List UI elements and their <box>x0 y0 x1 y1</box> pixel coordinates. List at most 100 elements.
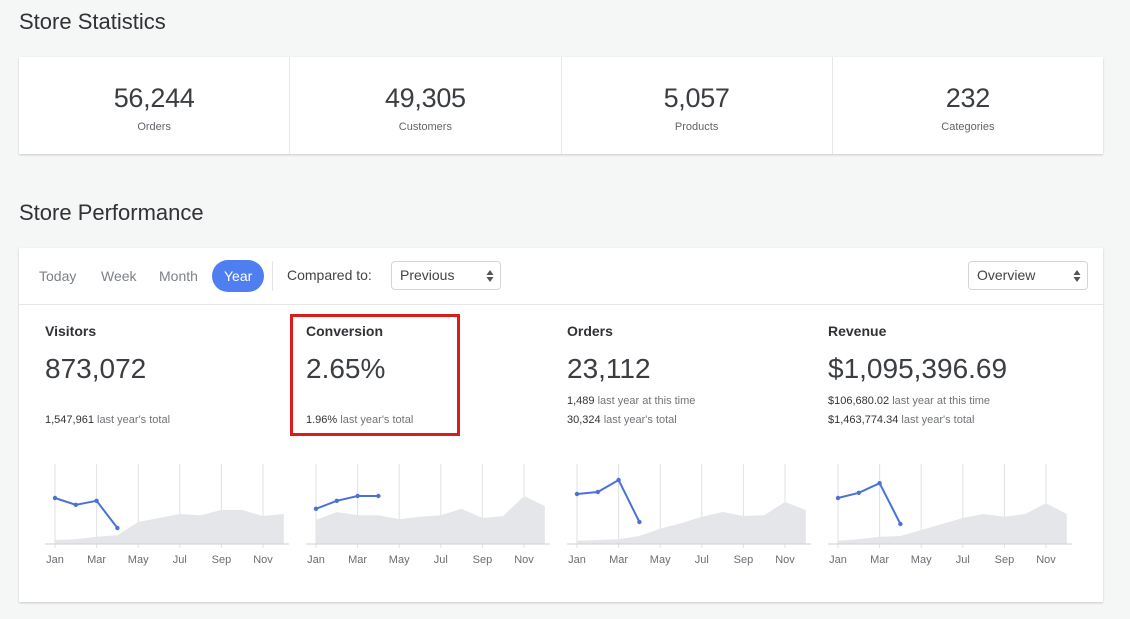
x-tick-label: May <box>389 554 410 566</box>
x-tick-label: Nov <box>514 554 534 566</box>
up-down-arrows-icon <box>1073 270 1081 282</box>
x-tick-label: Jul <box>956 554 970 566</box>
metric-sub-this-time: 1,489 last year at this time <box>567 395 695 407</box>
metric-sub-text: last year at this time <box>594 395 696 407</box>
x-tick-label: Mar <box>87 554 106 566</box>
compare-label: Compared to: <box>287 267 372 283</box>
data-point <box>313 506 319 511</box>
metric-title: Conversion <box>306 323 384 339</box>
chart-visitors: Jan Mar May Jul Sep Nov <box>45 464 289 566</box>
stat-customers: 49,305 Customers <box>290 57 562 154</box>
stat-label: Orders <box>137 121 171 133</box>
metric-value: $1,095,396.69 <box>828 353 1008 384</box>
tab-week[interactable]: Week <box>89 260 149 292</box>
data-point <box>595 489 600 495</box>
metric-sub-total: $1,463,774.34 last year's total <box>828 414 974 426</box>
x-tick-label: Nov <box>1036 554 1056 566</box>
x-tick-label: Jul <box>434 554 448 566</box>
metric-sub-text: last year's total <box>93 414 171 426</box>
data-point <box>616 477 621 483</box>
metric-sub-text: last year's total <box>898 414 975 426</box>
metric-sub-text: last year's total <box>600 414 677 426</box>
data-point <box>835 495 841 501</box>
x-tick-label: Jan <box>46 554 64 566</box>
x-tick-label: Jan <box>568 554 586 566</box>
metric-sub-total: 1,547,961 last year's total <box>45 414 170 426</box>
data-point <box>574 491 580 497</box>
data-point <box>334 498 339 503</box>
x-tick-label: Nov <box>253 554 273 566</box>
data-point <box>856 490 861 495</box>
store-performance-card: Today Week Month Year Compared to: Previ… <box>19 248 1103 602</box>
data-point <box>877 481 882 486</box>
metric-sub-value: 30,324 <box>567 414 601 426</box>
stat-label: Products <box>674 121 719 133</box>
stat-products: 5,057 Products <box>562 57 833 154</box>
stat-value: 49,305 <box>384 83 466 113</box>
stat-label: Customers <box>398 121 452 133</box>
store-statistics-title: Store Statistics <box>19 9 166 34</box>
x-tick-label: Mar <box>348 554 367 566</box>
chart-revenue: Jan Mar May Jul Sep Nov <box>828 464 1072 566</box>
metric-title: Revenue <box>828 323 887 339</box>
x-tick-label: Sep <box>473 554 493 566</box>
x-tick-label: May <box>650 554 671 566</box>
x-tick-label: May <box>128 554 149 566</box>
metric-sub-value: $106,680.02 <box>828 395 890 407</box>
previous-year-area <box>838 503 1067 544</box>
data-point <box>115 525 120 531</box>
stat-value: 56,244 <box>113 83 195 113</box>
current-year-line <box>837 481 902 525</box>
metric-sub-text: last year's total <box>337 414 414 426</box>
data-point <box>52 495 58 501</box>
x-tick-label: Mar <box>609 554 628 566</box>
x-tick-label: May <box>911 554 932 566</box>
data-point <box>637 519 642 525</box>
x-tick-label: Jul <box>695 554 709 566</box>
compare-select-value: Previous <box>400 267 455 283</box>
toolbar-divider <box>272 261 273 291</box>
data-point <box>376 493 381 499</box>
metric-sub-value: 1,489 <box>567 395 595 407</box>
x-tick-label: Jan <box>307 554 325 566</box>
data-point <box>898 521 903 527</box>
data-point <box>355 493 360 499</box>
metric-title: Visitors <box>45 323 97 339</box>
data-point <box>94 498 99 503</box>
metric-sub-total: 30,324 last year's total <box>567 414 677 426</box>
tab-today[interactable]: Today <box>27 260 88 292</box>
x-tick-label: Nov <box>775 554 795 566</box>
metric-value: 23,112 <box>567 353 651 384</box>
stat-value: 5,057 <box>663 83 730 113</box>
x-tick-label: Jan <box>829 554 847 566</box>
performance-toolbar: Today Week Month Year Compared to: Previ… <box>19 248 1103 305</box>
stat-categories: 232 Categories <box>833 57 1103 154</box>
metric-title: Orders <box>567 323 613 339</box>
previous-year-area <box>316 496 545 544</box>
previous-year-area <box>577 502 806 544</box>
metric-sub-value: 1.96% <box>306 414 338 426</box>
data-point <box>73 502 78 507</box>
metric-value: 873,072 <box>45 353 147 384</box>
metric-sub-text: last year at this time <box>889 395 991 407</box>
metric-sub-this-time: $106,680.02 last year at this time <box>828 395 990 407</box>
previous-year-area <box>55 510 284 544</box>
tab-month[interactable]: Month <box>147 260 210 292</box>
metric-sub-value: $1,463,774.34 <box>828 414 899 426</box>
x-tick-label: Sep <box>734 554 754 566</box>
stat-value: 232 <box>945 83 990 113</box>
current-year-line <box>576 478 641 523</box>
view-select[interactable]: Overview <box>968 261 1088 290</box>
tab-year[interactable]: Year <box>212 260 265 292</box>
store-statistics-card: 56,244 Orders 49,305 Customers 5,057 Pro… <box>19 57 1103 154</box>
metric-sub-value: 1,547,961 <box>45 414 94 426</box>
chart-orders: Jan Mar May Jul Sep Nov <box>567 464 811 566</box>
stat-orders: 56,244 Orders <box>19 57 291 154</box>
compare-select[interactable]: Previous <box>391 261 501 290</box>
up-down-arrows-icon <box>486 270 494 282</box>
x-tick-label: Jul <box>173 554 187 566</box>
current-year-line <box>315 495 379 510</box>
x-tick-label: Sep <box>995 554 1015 566</box>
metric-value: 2.65% <box>306 353 386 384</box>
store-performance-title: Store Performance <box>19 200 204 225</box>
